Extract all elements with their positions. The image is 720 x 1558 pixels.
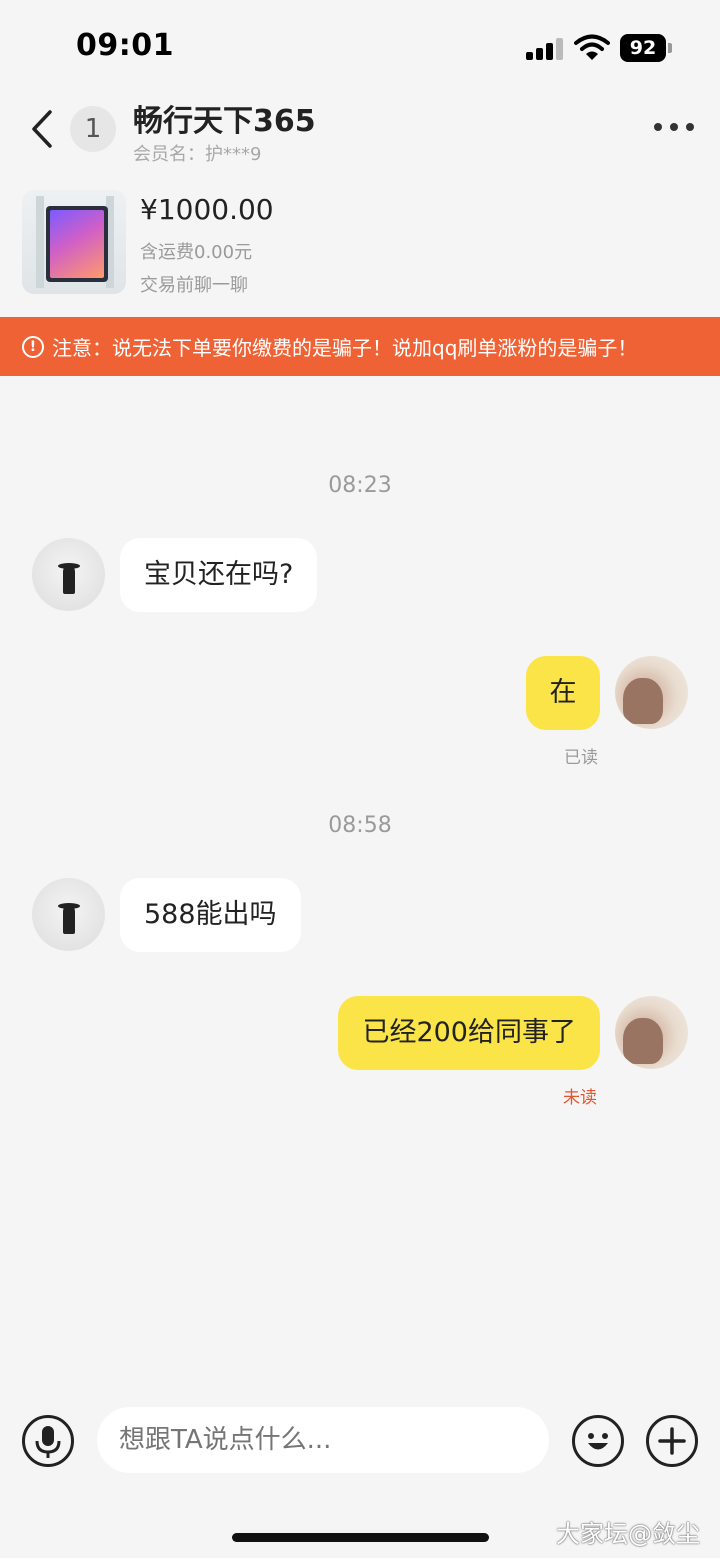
warning-text: 注意：说无法下单要你缴费的是骗子！说加qq刷单涨粉的是骗子！ [52, 336, 638, 360]
plus-icon [658, 1427, 686, 1455]
battery-level: 92 [620, 34, 666, 62]
chevron-left-icon [32, 110, 52, 148]
seller-avatar[interactable] [32, 878, 105, 951]
product-shipping: 含运费0.00元 [140, 242, 253, 263]
more-dots-icon [654, 123, 662, 131]
unread-count-badge[interactable]: 1 [70, 106, 116, 152]
add-attachment-button[interactable] [646, 1415, 698, 1467]
unread-status: 未读 [563, 1088, 597, 1108]
product-thumbnail[interactable] [22, 190, 126, 294]
status-time: 09:01 [76, 28, 174, 63]
chat-header: 1 畅行天下365 会员名：护***9 [0, 90, 720, 170]
microphone-icon [35, 1426, 61, 1458]
outgoing-message-bubble[interactable]: 已经200给同事了 [338, 996, 600, 1070]
message-timestamp: 08:58 [328, 813, 392, 838]
input-bar [0, 1405, 720, 1475]
product-chat-hint: 交易前聊一聊 [140, 275, 248, 296]
emoji-icon [588, 1433, 608, 1450]
status-bar: 09:01 92 [0, 0, 720, 90]
message-input[interactable] [97, 1407, 549, 1473]
read-status: 已读 [564, 748, 598, 768]
incoming-message-bubble[interactable]: 宝贝还在吗? [120, 538, 318, 612]
scam-warning-banner: ! 注意：说无法下单要你缴费的是骗子！说加qq刷单涨粉的是骗子！ [0, 317, 720, 376]
user-avatar[interactable] [615, 996, 688, 1069]
emoji-button[interactable] [572, 1415, 624, 1467]
product-card[interactable]: ¥1000.00 含运费0.00元 交易前聊一聊 [0, 185, 720, 303]
chat-title: 畅行天下365 [133, 104, 316, 139]
product-price: ¥1000.00 [140, 193, 274, 226]
wifi-icon [574, 34, 610, 62]
member-name: 会员名：护***9 [133, 144, 262, 165]
user-avatar[interactable] [615, 656, 688, 729]
more-options-button[interactable] [654, 114, 694, 140]
message-timestamp: 08:23 [328, 473, 392, 498]
voice-input-button[interactable] [22, 1415, 74, 1467]
alert-circle-icon: ! [22, 335, 44, 358]
back-button[interactable] [24, 104, 64, 154]
signal-icon [526, 38, 564, 60]
seller-avatar[interactable] [32, 538, 105, 611]
watermark: 大家坛@敛尘 [556, 1520, 700, 1548]
outgoing-message-bubble[interactable]: 在 [526, 656, 600, 730]
home-indicator[interactable] [232, 1533, 489, 1542]
battery-icon: 92 [620, 34, 672, 62]
incoming-message-bubble[interactable]: 588能出吗 [120, 878, 301, 952]
